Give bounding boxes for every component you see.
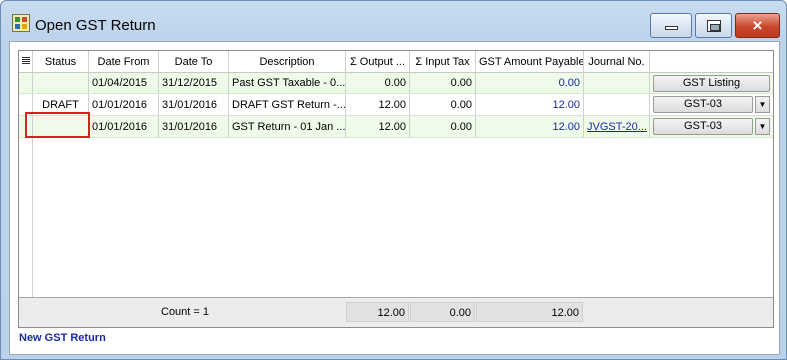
gst-return-grid: Status Date From Date To Description Σ O… [18,50,774,328]
action-cell: GST-03 ▼ [650,116,773,137]
column-chooser[interactable] [19,51,33,72]
date-to-cell[interactable]: 31/12/2015 [159,73,229,93]
row-indicator [19,116,33,137]
minimize-icon [665,26,678,30]
header-journal-no[interactable]: Journal No. [584,51,650,72]
date-from-cell[interactable]: 01/01/2016 [89,116,159,137]
app-icon [12,14,30,32]
maximize-button[interactable] [695,13,732,38]
header-date-from[interactable]: Date From [89,51,159,72]
row-indicator [19,73,33,93]
output-tax-cell[interactable]: 12.00 [346,116,410,137]
date-from-cell[interactable]: 01/04/2015 [89,73,159,93]
output-tax-cell[interactable]: 12.00 [346,94,410,115]
row-indicator [19,94,33,115]
output-tax-cell[interactable]: 0.00 [346,73,410,93]
header-date-to[interactable]: Date To [159,51,229,72]
row-count: Count = 1 [158,302,226,322]
client-area: Status Date From Date To Description Σ O… [9,41,780,355]
description-cell[interactable]: DRAFT GST Return -... [229,94,346,115]
input-tax-cell[interactable]: 0.00 [410,73,476,93]
table-row[interactable]: DRAFT 01/01/2016 31/01/2016 DRAFT GST Re… [19,94,773,116]
header-output-tax[interactable]: Σ Output ... [346,51,410,72]
date-to-cell[interactable]: 31/01/2016 [159,116,229,137]
date-to-cell[interactable]: 31/01/2016 [159,94,229,115]
header-status[interactable]: Status [33,51,89,72]
output-tax-total: 12.00 [346,302,409,322]
maximize-icon [707,20,721,32]
close-button[interactable]: × [735,13,780,38]
chevron-down-icon[interactable]: ▼ [755,118,770,135]
gst-payable-cell[interactable]: 12.00 [476,116,584,137]
journal-no-link[interactable]: JVGST-20... [584,116,650,137]
gst-03-button[interactable]: GST-03 [653,96,753,113]
header-description[interactable]: Description [229,51,346,72]
gst-03-button[interactable]: GST-03 [653,118,753,135]
action-cell: GST-03 ▼ [650,94,773,115]
input-tax-total: 0.00 [410,302,475,322]
journal-no-cell[interactable] [584,94,650,115]
new-gst-return-link[interactable]: New GST Return [19,332,106,344]
table-row[interactable]: 01/01/2016 31/01/2016 GST Return - 01 Ja… [19,116,773,138]
grid-footer: Count = 1 12.00 0.00 12.00 [19,297,773,327]
table-row[interactable]: 01/04/2015 31/12/2015 Past GST Taxable -… [19,73,773,94]
open-gst-return-window: Open GST Return × Status Date From Date … [0,0,787,360]
window-title: Open GST Return [35,17,156,34]
minimize-button[interactable] [650,13,692,38]
input-tax-cell[interactable]: 0.00 [410,116,476,137]
gst-listing-button[interactable]: GST Listing [653,75,770,92]
journal-no-cell[interactable] [584,73,650,93]
gst-payable-total: 12.00 [476,302,583,322]
input-tax-cell[interactable]: 0.00 [410,94,476,115]
chevron-down-icon[interactable]: ▼ [755,96,770,113]
status-cell[interactable] [33,73,89,93]
column-chooser-icon [22,57,30,66]
header-input-tax[interactable]: Σ Input Tax [410,51,476,72]
status-cell[interactable] [33,116,89,137]
close-icon: × [752,16,763,35]
description-cell[interactable]: GST Return - 01 Jan ... [229,116,346,137]
title-bar: Open GST Return × [1,1,786,41]
date-from-cell[interactable]: 01/01/2016 [89,94,159,115]
gst-payable-cell[interactable]: 12.00 [476,94,584,115]
action-cell: GST Listing [650,73,773,93]
status-cell[interactable]: DRAFT [33,94,89,115]
header-gst-payable[interactable]: GST Amount Payable [476,51,584,72]
header-action [650,51,773,72]
description-cell[interactable]: Past GST Taxable - 0... [229,73,346,93]
grid-header: Status Date From Date To Description Σ O… [19,51,773,73]
gst-payable-cell[interactable]: 0.00 [476,73,584,93]
